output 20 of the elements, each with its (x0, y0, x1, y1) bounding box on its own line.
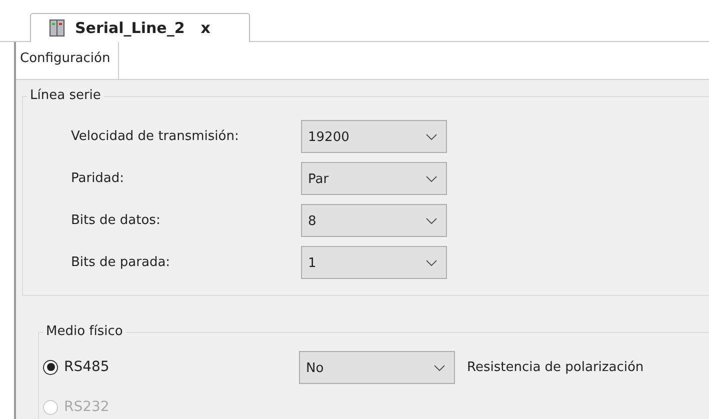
chevron-icon (426, 218, 437, 224)
field-label: Paridad: (71, 170, 126, 186)
chevron-icon (426, 176, 437, 182)
radio-button[interactable]: RS485 (43, 359, 143, 375)
tab-title: Serial_Line_2 (75, 19, 185, 37)
field-label: Resistencia de polarización (467, 360, 644, 374)
field-label: Bits de parada: (71, 254, 172, 270)
chevron-icon (426, 134, 437, 140)
field-label: Bits de datos: (71, 212, 162, 228)
chevron-icon (426, 260, 437, 266)
chevron-icon (434, 365, 445, 371)
editor-tab[interactable]: Serial_Line_2 x (30, 13, 250, 42)
dropdown[interactable]: 19200 (301, 120, 447, 152)
dropdown[interactable]: No (299, 350, 455, 384)
device-icon (49, 19, 65, 37)
dropdown[interactable]: Par (301, 162, 447, 194)
dropdown[interactable]: 8 (301, 204, 447, 236)
dropdown[interactable]: 1 (301, 246, 447, 278)
close-button[interactable]: x (200, 19, 210, 37)
field-label: Velocidad de transmisión: (71, 128, 240, 144)
